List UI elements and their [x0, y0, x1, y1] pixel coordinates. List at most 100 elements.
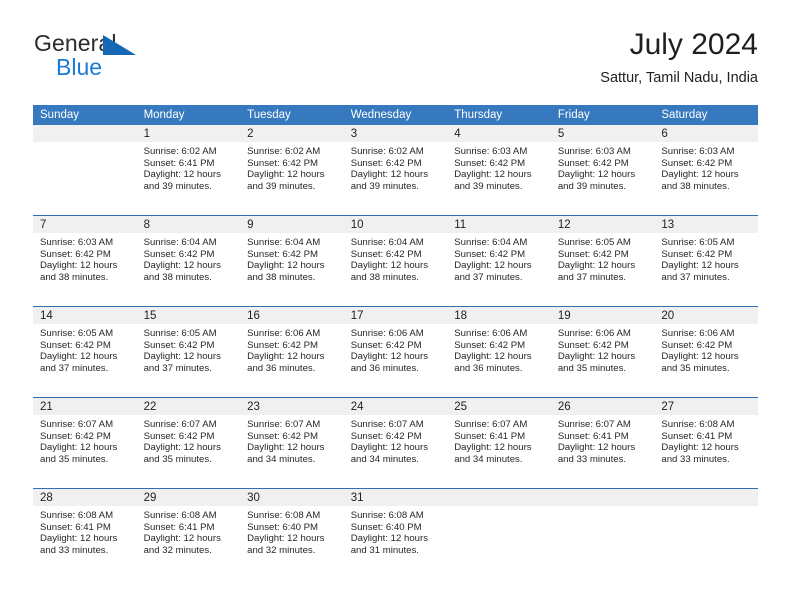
calendar-day-cell[interactable]: 20 Sunrise: 6:06 AM Sunset: 6:42 PM Dayligh… — [654, 306, 758, 398]
day-cell-details: Sunrise: 6:03 AM Sunset: 6:42 PM Daylight:… — [551, 142, 655, 193]
sunrise-text: Sunrise: 6:07 AM — [143, 419, 217, 430]
calendar-page: General Blue July 2024 Sattur, Tamil Nad… — [0, 0, 792, 612]
day-number: 5 — [557, 128, 565, 140]
calendar-day-cell[interactable]: 16 Sunrise: 6:06 AM Sunset: 6:42 PM Dayligh… — [240, 306, 344, 398]
page-header: General Blue July 2024 Sattur, Tamil Nad… — [34, 28, 758, 92]
calendar-day-cell[interactable]: 5 Sunrise: 6:03 AM Sunset: 6:42 PM Daylight… — [550, 125, 655, 216]
calendar-day-cell[interactable]: 10 Sunrise: 6:04 AM Sunset: 6:42 PM Dayligh… — [343, 215, 448, 307]
daylight-text-line2: and 35 minutes. — [143, 454, 212, 466]
day-number-band — [33, 125, 137, 142]
daylight-text-line2: and 32 minutes. — [247, 545, 316, 557]
calendar-week-row: 14 Sunrise: 6:05 AM Sunset: 6:42 PM Dayligh… — [33, 306, 758, 398]
day-number: 11 — [454, 219, 467, 231]
calendar-day-cell[interactable]: 12 Sunrise: 6:05 AM Sunset: 6:42 PM Dayligh… — [550, 215, 655, 307]
calendar-day-cell[interactable]: 30 Sunrise: 6:08 AM Sunset: 6:40 PM Dayligh… — [240, 488, 344, 579]
calendar-day-cell[interactable]: 28 Sunrise: 6:08 AM Sunset: 6:41 PM Dayligh… — [33, 488, 137, 579]
sunset-text: Sunset: 6:42 PM — [143, 248, 215, 260]
calendar-day-cell[interactable]: 14 Sunrise: 6:05 AM Sunset: 6:42 PM Dayligh… — [33, 306, 137, 398]
calendar-table: Sunday Monday Tuesday Wednesday Thursday… — [33, 105, 758, 579]
day-cell-inner — [447, 489, 551, 579]
day-cell-inner: 27 Sunrise: 6:08 AM Sunset: 6:41 PM Dayligh… — [654, 398, 758, 488]
calendar-day-cell[interactable]: 2 Sunrise: 6:02 AM Sunset: 6:42 PM Daylight… — [240, 125, 344, 216]
calendar-day-cell[interactable]: 11 Sunrise: 6:04 AM Sunset: 6:42 PM Dayligh… — [447, 215, 551, 307]
calendar-day-cell[interactable]: 26 Sunrise: 6:07 AM Sunset: 6:41 PM Dayligh… — [550, 397, 655, 489]
calendar-day-cell[interactable]: 29 Sunrise: 6:08 AM Sunset: 6:41 PM Dayligh… — [136, 488, 241, 579]
calendar-day-cell[interactable]: 23 Sunrise: 6:07 AM Sunset: 6:42 PM Dayligh… — [240, 397, 344, 489]
sunrise-text: Sunrise: 6:03 AM — [661, 146, 735, 157]
sunset-text: Sunset: 6:42 PM — [350, 157, 422, 169]
calendar-day-cell[interactable]: 13 Sunrise: 6:05 AM Sunset: 6:42 PM Dayligh… — [654, 215, 758, 307]
daylight-text-line1: Daylight: 12 hours — [40, 533, 118, 545]
sunset-text: Sunset: 6:42 PM — [247, 248, 319, 260]
calendar-day-cell[interactable]: 1 Sunrise: 6:02 AM Sunset: 6:41 PM Daylight… — [136, 125, 241, 216]
calendar-day-cell[interactable]: 24 Sunrise: 6:07 AM Sunset: 6:42 PM Dayligh… — [343, 397, 448, 489]
calendar-day-cell[interactable]: 17 Sunrise: 6:06 AM Sunset: 6:42 PM Dayligh… — [343, 306, 448, 398]
day-cell-details: Sunrise: 6:07 AM Sunset: 6:42 PM Daylight:… — [344, 415, 448, 466]
day-number-band: 16 — [240, 307, 344, 324]
sunrise-text: Sunrise: 6:03 AM — [40, 237, 114, 248]
day-cell-details: Sunrise: 6:02 AM Sunset: 6:42 PM Daylight:… — [240, 142, 344, 193]
sunset-text: Sunset: 6:41 PM — [143, 521, 215, 533]
sunrise-text: Sunrise: 6:04 AM — [350, 237, 424, 248]
calendar-day-cell[interactable]: 15 Sunrise: 6:05 AM Sunset: 6:42 PM Dayligh… — [136, 306, 241, 398]
day-cell-details: Sunrise: 6:02 AM Sunset: 6:42 PM Daylight:… — [344, 142, 448, 193]
day-cell-inner: 11 Sunrise: 6:04 AM Sunset: 6:42 PM Dayligh… — [447, 216, 551, 306]
daylight-text-line2: and 37 minutes. — [661, 272, 730, 284]
daylight-text-line2: and 39 minutes. — [143, 181, 212, 193]
calendar-day-cell[interactable]: 19 Sunrise: 6:06 AM Sunset: 6:42 PM Dayligh… — [550, 306, 655, 398]
calendar-day-cell[interactable]: 27 Sunrise: 6:08 AM Sunset: 6:41 PM Dayligh… — [654, 397, 758, 489]
calendar-day-cell[interactable]: 25 Sunrise: 6:07 AM Sunset: 6:41 PM Dayligh… — [447, 397, 551, 489]
day-number-band: 4 — [447, 125, 551, 142]
day-number-band: 26 — [550, 398, 655, 415]
calendar-day-cell[interactable]: 6 Sunrise: 6:03 AM Sunset: 6:42 PM Daylight… — [654, 125, 758, 216]
calendar-day-cell[interactable]: 18 Sunrise: 6:06 AM Sunset: 6:42 PM Dayligh… — [447, 306, 551, 398]
daylight-text-line1: Daylight: 12 hours — [247, 260, 325, 272]
day-cell-details: Sunrise: 6:08 AM Sunset: 6:40 PM Daylight:… — [240, 506, 344, 557]
day-cell-inner: 9 Sunrise: 6:04 AM Sunset: 6:42 PM Daylight… — [240, 216, 344, 306]
day-cell-details: Sunrise: 6:03 AM Sunset: 6:42 PM Daylight:… — [447, 142, 551, 193]
calendar-day-cell[interactable]: 3 Sunrise: 6:02 AM Sunset: 6:42 PM Daylight… — [343, 125, 448, 216]
daylight-text-line1: Daylight: 12 hours — [143, 533, 221, 545]
calendar-day-cell[interactable]: 22 Sunrise: 6:07 AM Sunset: 6:42 PM Dayligh… — [136, 397, 241, 489]
general-blue-logo[interactable]: General Blue — [34, 32, 274, 88]
day-cell-details: Sunrise: 6:03 AM Sunset: 6:42 PM Daylight:… — [33, 233, 137, 284]
daylight-text-line2: and 34 minutes. — [454, 454, 523, 466]
sunset-text: Sunset: 6:42 PM — [454, 339, 526, 351]
calendar-body: 1 Sunrise: 6:02 AM Sunset: 6:41 PM Daylight… — [33, 125, 758, 579]
day-cell-inner — [550, 489, 655, 579]
day-cell-inner: 19 Sunrise: 6:06 AM Sunset: 6:42 PM Dayligh… — [550, 307, 655, 397]
daylight-text-line1: Daylight: 12 hours — [454, 169, 532, 181]
sunrise-text: Sunrise: 6:06 AM — [557, 328, 631, 339]
daylight-text-line1: Daylight: 12 hours — [454, 351, 532, 363]
day-cell-details: Sunrise: 6:05 AM Sunset: 6:42 PM Daylight:… — [551, 233, 655, 284]
calendar-day-cell[interactable]: 21 Sunrise: 6:07 AM Sunset: 6:42 PM Dayligh… — [33, 397, 137, 489]
day-cell-details: Sunrise: 6:08 AM Sunset: 6:41 PM Daylight:… — [137, 506, 241, 557]
daylight-text-line1: Daylight: 12 hours — [143, 351, 221, 363]
calendar-day-cell[interactable]: 31 Sunrise: 6:08 AM Sunset: 6:40 PM Dayligh… — [343, 488, 448, 579]
weekday-header-saturday: Saturday — [654, 105, 758, 125]
day-number: 24 — [350, 401, 364, 413]
day-cell-inner: 17 Sunrise: 6:06 AM Sunset: 6:42 PM Dayligh… — [343, 307, 448, 397]
calendar-day-cell[interactable]: 4 Sunrise: 6:03 AM Sunset: 6:42 PM Daylight… — [447, 125, 551, 216]
calendar-day-cell[interactable]: 8 Sunrise: 6:04 AM Sunset: 6:42 PM Daylight… — [136, 215, 241, 307]
calendar-day-cell[interactable]: 9 Sunrise: 6:04 AM Sunset: 6:42 PM Daylight… — [240, 215, 344, 307]
weekday-header-thursday: Thursday — [447, 105, 551, 125]
day-number: 15 — [143, 310, 157, 322]
day-number-band: 25 — [447, 398, 551, 415]
daylight-text-line2: and 37 minutes. — [454, 272, 523, 284]
daylight-text-line1: Daylight: 12 hours — [454, 260, 532, 272]
day-cell-inner: 18 Sunrise: 6:06 AM Sunset: 6:42 PM Dayligh… — [447, 307, 551, 397]
calendar-day-cell[interactable]: 7 Sunrise: 6:03 AM Sunset: 6:42 PM Daylight… — [33, 215, 137, 307]
daylight-text-line2: and 39 minutes. — [557, 181, 627, 193]
logo-text-blue: Blue — [56, 54, 103, 80]
sunrise-text: Sunrise: 6:03 AM — [557, 146, 631, 157]
daylight-text-line2: and 38 minutes. — [143, 272, 212, 284]
day-cell-inner: 4 Sunrise: 6:03 AM Sunset: 6:42 PM Daylight… — [447, 125, 551, 215]
day-number-band: 23 — [240, 398, 344, 415]
daylight-text-line1: Daylight: 12 hours — [557, 260, 636, 272]
sunset-text: Sunset: 6:42 PM — [661, 339, 733, 351]
weekday-header-sunday: Sunday — [33, 105, 137, 125]
day-number-band: 22 — [136, 398, 241, 415]
daylight-text-line1: Daylight: 12 hours — [247, 533, 325, 545]
daylight-text-line1: Daylight: 12 hours — [350, 442, 429, 454]
